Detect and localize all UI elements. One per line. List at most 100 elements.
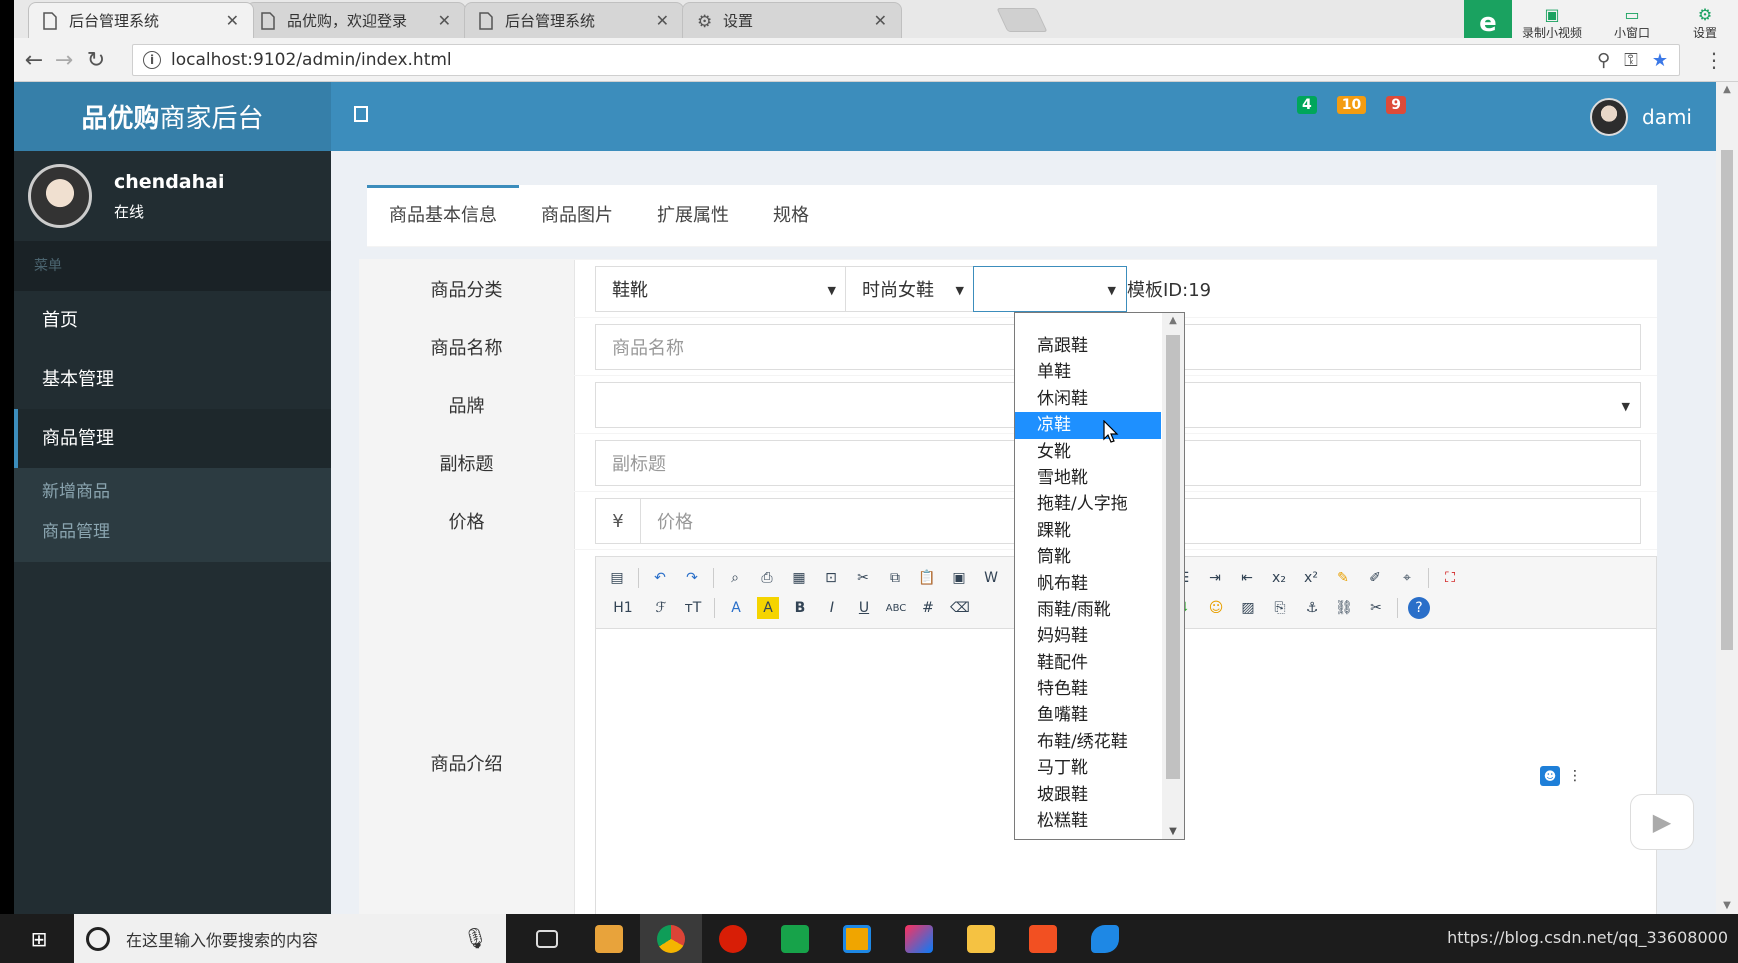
redo-icon[interactable]: ↷ — [681, 567, 703, 589]
superscript-icon[interactable]: x² — [1300, 567, 1322, 589]
eraser-icon[interactable]: ⌫ — [949, 597, 971, 619]
sidebar-item-home[interactable]: 首页 — [14, 291, 331, 350]
close-icon[interactable]: ✕ — [226, 11, 239, 30]
dropdown-option[interactable]: 鱼嘴鞋 — [1015, 702, 1161, 728]
notifications-badge[interactable]: 10 — [1336, 96, 1367, 114]
paste-text-icon[interactable]: ▣ — [948, 567, 970, 589]
star-icon[interactable]: ★ — [1652, 50, 1668, 71]
tab-extended-attrs[interactable]: 扩展属性 — [635, 185, 751, 247]
browser-tab-admin[interactable]: 后台管理系统 ✕ — [28, 2, 254, 38]
sidebar-subitem-manage-goods[interactable]: 商品管理 — [14, 512, 331, 552]
cut-icon[interactable]: ✂ — [852, 567, 874, 589]
italic-icon[interactable]: I — [821, 597, 843, 619]
category-level3-dropdown[interactable]: 高跟鞋 单鞋 休闲鞋 凉鞋 女靴 雪地靴 拖鞋/人字拖 踝靴 筒靴 帆布鞋 雨鞋/雨靴 妈妈鞋 鞋配件特… — [1014, 312, 1185, 840]
fullscreen-icon[interactable]: ⛶ — [1439, 567, 1461, 589]
dropdown-option[interactable]: 单鞋 — [1015, 359, 1161, 385]
link-icon[interactable]: ⛓ — [1333, 597, 1355, 619]
sidebar-item-basic[interactable]: 基本管理 — [14, 350, 331, 409]
strikethrough-icon[interactable]: ABC — [885, 597, 907, 619]
code-icon[interactable]: ⊡ — [820, 567, 842, 589]
quick-format-icon[interactable]: ✐ — [1364, 567, 1386, 589]
cortana-icon[interactable] — [86, 926, 110, 951]
paste-word-icon[interactable]: W — [980, 567, 1002, 589]
dropdown-option[interactable]: 休闲鞋 — [1015, 386, 1161, 412]
scroll-thumb[interactable] — [1166, 335, 1180, 779]
browser-tab-settings[interactable]: ⚙ 设置 ✕ — [682, 2, 902, 38]
dropdown-option[interactable]: 女靴 — [1015, 439, 1161, 465]
help-icon[interactable]: ? — [1408, 597, 1430, 619]
chrome-icon[interactable] — [640, 914, 702, 963]
dropdown-option[interactable]: 高跟鞋 — [1015, 333, 1161, 359]
folder-icon[interactable] — [950, 914, 1012, 963]
tab-basic-info[interactable]: 商品基本信息 — [367, 185, 519, 247]
category-level1-select[interactable]: 鞋靴 ▼ — [595, 266, 847, 312]
category-level3-select[interactable]: ▼ — [973, 266, 1127, 312]
dropdown-option[interactable]: 凉鞋 — [1015, 412, 1161, 439]
clear-format-icon[interactable]: ✎ — [1332, 567, 1354, 589]
outdent-icon[interactable]: ⇤ — [1236, 567, 1258, 589]
close-icon[interactable]: ✕ — [438, 11, 451, 30]
anchor-icon[interactable]: ⚓ — [1301, 597, 1323, 619]
app-icon-1[interactable] — [578, 914, 640, 963]
subscript-icon[interactable]: x₂ — [1268, 567, 1290, 589]
font-size-dropdown[interactable]: ᴛT — [682, 597, 704, 619]
browser-tab-login[interactable]: 品优购，欢迎登录 ✕ — [246, 2, 466, 38]
template-icon[interactable]: ▦ — [788, 567, 810, 589]
dropdown-option[interactable]: 松糕鞋 — [1015, 808, 1161, 834]
dropdown-scrollbar[interactable]: ▲ ▼ — [1162, 313, 1184, 839]
close-icon[interactable]: ✕ — [656, 11, 669, 30]
address-bar[interactable]: i localhost:9102/admin/index.html — [132, 44, 1680, 76]
scroll-up-icon[interactable]: ▲ — [1162, 315, 1184, 326]
tab-images[interactable]: 商品图片 — [519, 185, 635, 247]
preview-icon[interactable]: ⌕ — [724, 567, 746, 589]
forward-arrow-icon[interactable]: → — [50, 46, 78, 74]
print-icon[interactable]: ⎙ — [756, 567, 778, 589]
image-icon[interactable]: ▨ — [1237, 597, 1259, 619]
font-family-dropdown[interactable]: ℱ — [650, 597, 672, 619]
info-icon[interactable]: i — [143, 51, 161, 69]
highlight-color-icon[interactable]: A — [757, 597, 779, 619]
dropdown-option[interactable]: 马丁靴 — [1015, 755, 1161, 781]
dropdown-option[interactable]: 雨鞋/雨靴 — [1015, 597, 1161, 623]
page-break-icon[interactable]: ⎘ — [1269, 597, 1291, 619]
scroll-thumb[interactable] — [1721, 150, 1733, 650]
dropdown-option[interactable]: 筒靴 — [1015, 544, 1161, 570]
emoji-icon[interactable]: ☺ — [1205, 597, 1227, 619]
paste-icon[interactable]: 📋 — [916, 567, 938, 589]
microphone-icon[interactable]: 🎙 — [463, 926, 488, 950]
indent-icon[interactable]: ⇥ — [1204, 567, 1226, 589]
dropdown-option[interactable]: 拖鞋/人字拖 — [1015, 491, 1161, 517]
more-icon[interactable]: ⋮ — [1568, 768, 1582, 784]
select-all-icon[interactable]: ⌖ — [1396, 567, 1418, 589]
user-icon[interactable]: ☻ — [1540, 766, 1560, 786]
messages-badge[interactable]: 4 — [1297, 96, 1317, 114]
pdf-icon[interactable] — [1012, 914, 1074, 963]
task-view-icon[interactable] — [516, 914, 578, 963]
unlink-icon[interactable]: ✂ — [1365, 597, 1387, 619]
play-icon[interactable]: ▶ — [1630, 794, 1694, 850]
tasks-badge[interactable]: 9 — [1386, 96, 1406, 114]
taskbar-search-input[interactable]: 在这里输入你要搜索的内容 🎙 — [74, 914, 506, 963]
user-menu[interactable]: dami — [1574, 82, 1716, 151]
page-scrollbar[interactable]: ▲ ▼ — [1716, 82, 1738, 914]
dropdown-option[interactable]: 帆布鞋 — [1015, 571, 1161, 597]
app-icon-green[interactable] — [764, 914, 826, 963]
app-logo[interactable]: 品优购 商家后台 — [14, 82, 331, 151]
app-icon-arrow[interactable] — [1074, 914, 1136, 963]
scroll-down-icon[interactable]: ▼ — [1162, 826, 1184, 837]
category-level2-select[interactable]: 时尚女鞋 ▼ — [845, 266, 975, 312]
dropdown-option[interactable]: 妈妈鞋 — [1015, 623, 1161, 649]
close-icon[interactable]: ✕ — [874, 11, 887, 30]
font-color-icon[interactable]: A — [725, 597, 747, 619]
dropdown-option[interactable]: 特色鞋 — [1015, 676, 1161, 702]
dropdown-option[interactable]: 鞋配件 — [1015, 650, 1161, 676]
dropdown-option[interactable]: 布鞋/绣花鞋 — [1015, 729, 1161, 755]
copy-icon[interactable]: ⧉ — [884, 567, 906, 589]
app-icon-blue[interactable] — [826, 914, 888, 963]
heading-dropdown[interactable]: H1 — [606, 597, 640, 619]
sidebar-toggle-icon[interactable] — [354, 106, 368, 122]
browser-menu-icon[interactable]: ⋮ — [1704, 48, 1724, 72]
sidebar-subitem-add-goods[interactable]: 新增商品 — [14, 472, 331, 512]
dropdown-option[interactable]: 坡跟鞋 — [1015, 782, 1161, 808]
undo-icon[interactable]: ↶ — [649, 567, 671, 589]
